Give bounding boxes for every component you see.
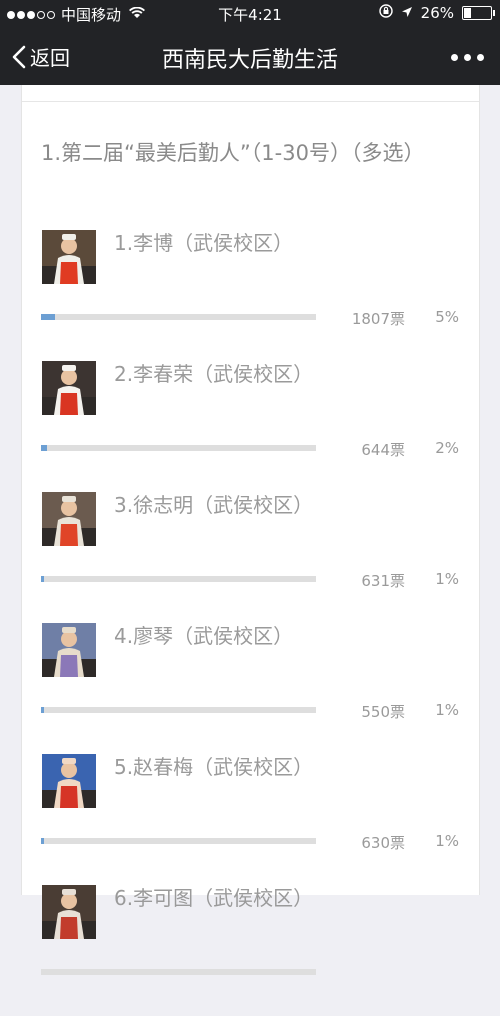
candidate-photo[interactable] — [42, 754, 96, 808]
vote-progress-bar — [41, 838, 316, 844]
vote-count: 631票 — [361, 572, 405, 590]
vote-progress-bar — [41, 445, 316, 451]
vote-option[interactable]: 5.赵春梅（武侯校区） 630票 1% — [22, 754, 479, 885]
status-bar: 中国移动 下午4:21 26% — [0, 0, 500, 28]
more-dot-icon — [451, 54, 458, 61]
vote-percent: 1% — [435, 832, 459, 850]
divider — [22, 101, 479, 102]
vote-option[interactable]: 1.李博（武侯校区） 1807票 5% — [22, 230, 479, 361]
candidate-photo[interactable] — [42, 230, 96, 284]
vote-percent: 5% — [435, 308, 459, 326]
vote-count: 644票 — [361, 441, 405, 459]
option-label: 4.廖琴（武侯校区） — [114, 624, 294, 648]
location-arrow-icon — [401, 4, 413, 22]
option-label: 1.李博（武侯校区） — [114, 231, 294, 255]
vote-option[interactable]: 3.徐志明（武侯校区） 631票 1% — [22, 492, 479, 623]
candidate-photo[interactable] — [42, 361, 96, 415]
vote-count: 550票 — [361, 703, 405, 721]
vote-progress-fill — [41, 576, 44, 582]
vote-percent: 1% — [435, 570, 459, 588]
status-right: 26% — [378, 4, 495, 22]
option-label: 5.赵春梅（武侯校区） — [114, 755, 314, 779]
more-dot-icon — [464, 54, 471, 61]
battery-icon — [462, 6, 495, 20]
vote-option[interactable]: 6.李可图（武侯校区） — [22, 885, 479, 1016]
option-label: 2.李春荣（武侯校区） — [114, 362, 314, 386]
vote-progress-bar — [41, 314, 316, 320]
battery-level — [464, 8, 471, 18]
vote-progress-fill — [41, 838, 44, 844]
vote-progress-fill — [41, 314, 55, 320]
vote-progress-fill — [41, 707, 44, 713]
candidate-photo[interactable] — [42, 885, 96, 939]
vote-option[interactable]: 2.李春荣（武侯校区） 644票 2% — [22, 361, 479, 492]
vote-option[interactable]: 4.廖琴（武侯校区） 550票 1% — [22, 623, 479, 754]
vote-results-card: 1.第二届“最美后勤人”（1-30号）（多选） 1.李博（武侯校区） 1807票 5… — [21, 85, 480, 975]
more-menu-button[interactable] — [451, 54, 484, 61]
option-label: 3.徐志明（武侯校区） — [114, 493, 314, 517]
vote-progress-bar — [41, 707, 316, 713]
vote-progress-fill — [41, 445, 47, 451]
vote-progress-bar — [41, 969, 316, 975]
candidate-photo[interactable] — [42, 492, 96, 546]
vote-count: 630票 — [361, 834, 405, 852]
more-dot-icon — [477, 54, 484, 61]
rotation-lock-icon — [378, 4, 393, 22]
vote-progress-bar — [41, 576, 316, 582]
battery-percent: 26% — [420, 4, 454, 22]
vote-percent: 1% — [435, 701, 459, 719]
vote-count: 1807票 — [351, 310, 405, 328]
nav-bar: 返回 西南民大后勤生活 — [0, 28, 500, 85]
vote-percent: 2% — [435, 439, 459, 457]
question-title: 1.第二届“最美后勤人”（1-30号）（多选） — [41, 141, 425, 165]
page-title: 西南民大后勤生活 — [161, 48, 338, 73]
candidate-photo[interactable] — [42, 623, 96, 677]
